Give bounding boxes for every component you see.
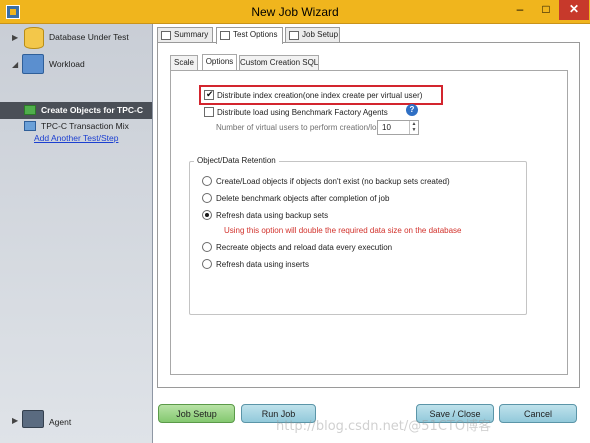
agent-expand-arrow-icon[interactable]: ▶ bbox=[12, 416, 18, 425]
maximize-button[interactable]: □ bbox=[533, 0, 559, 20]
expand-arrow-icon[interactable]: ▶ bbox=[12, 33, 18, 42]
subtab-scale[interactable]: Scale bbox=[170, 55, 198, 70]
test-options-panel: Scale Options Custom Creation SQL Distri… bbox=[157, 42, 580, 388]
distribute-load-checkbox[interactable] bbox=[204, 107, 214, 117]
spinner-buttons: ▲ ▼ bbox=[409, 121, 418, 134]
cancel-button[interactable]: Cancel bbox=[499, 404, 577, 423]
tab-summary[interactable]: Summary bbox=[157, 27, 213, 43]
sidebar-item-workload[interactable]: Workload bbox=[49, 59, 85, 69]
virtual-users-spinner[interactable]: 10 ▲ ▼ bbox=[377, 120, 419, 135]
add-another-test-link[interactable]: Add Another Test/Step bbox=[34, 133, 118, 143]
distribute-index-label: Distribute index creation(one index crea… bbox=[217, 91, 423, 100]
radio-delete-objects[interactable] bbox=[202, 193, 212, 203]
sidebar-item-database-under-test[interactable]: Database Under Test bbox=[49, 32, 129, 42]
test-options-icon bbox=[220, 31, 230, 40]
radio-recreate-objects-label: Recreate objects and reload data every e… bbox=[216, 243, 393, 252]
tab-job-setup[interactable]: Job Setup bbox=[285, 27, 340, 43]
subtab-custom-creation-sql[interactable]: Custom Creation SQL bbox=[239, 55, 319, 70]
help-icon[interactable]: ? bbox=[406, 104, 418, 116]
retention-title: Object/Data Retention bbox=[194, 156, 279, 165]
job-setup-button[interactable]: Job Setup bbox=[158, 404, 235, 423]
window-title: New Job Wizard bbox=[251, 5, 339, 19]
job-setup-icon bbox=[289, 31, 299, 40]
subtab-options[interactable]: Options bbox=[202, 54, 237, 70]
radio-refresh-inserts[interactable] bbox=[202, 259, 212, 269]
retention-groupbox: Object/Data Retention Create/Load object… bbox=[189, 156, 527, 315]
backup-warning-text: Using this option will double the requir… bbox=[224, 226, 462, 235]
radio-create-load-label: Create/Load objects if objects don't exi… bbox=[216, 177, 450, 186]
close-button[interactable]: ✕ bbox=[559, 0, 589, 20]
distribute-load-label: Distribute load using Benchmark Factory … bbox=[217, 108, 388, 117]
watermark: http://blog.csdn.net/@51CTO博客 bbox=[276, 419, 492, 434]
wizard-sidebar: ▶ Database Under Test ◢ Workload Create … bbox=[0, 24, 153, 443]
transaction-mix-icon bbox=[24, 121, 36, 131]
radio-refresh-backup-label: Refresh data using backup sets bbox=[216, 211, 329, 220]
radio-refresh-inserts-label: Refresh data using inserts bbox=[216, 260, 309, 269]
sidebar-item-agent[interactable]: Agent bbox=[49, 417, 71, 427]
radio-delete-objects-label: Delete benchmark objects after completio… bbox=[216, 194, 390, 203]
collapse-arrow-icon[interactable]: ◢ bbox=[12, 60, 18, 69]
virtual-users-value: 10 bbox=[382, 123, 391, 132]
spin-down-icon[interactable]: ▼ bbox=[410, 127, 418, 133]
radio-refresh-backup[interactable] bbox=[202, 210, 212, 220]
summary-icon bbox=[161, 31, 171, 40]
title-bar: New Job Wizard – □ ✕ bbox=[0, 0, 590, 24]
radio-create-load[interactable] bbox=[202, 176, 212, 186]
minimize-button[interactable]: – bbox=[507, 0, 533, 20]
sidebar-item-transaction-mix[interactable]: TPC-C Transaction Mix bbox=[41, 121, 129, 131]
tab-test-options[interactable]: Test Options bbox=[216, 27, 283, 44]
database-icon bbox=[22, 27, 44, 49]
options-panel: Distribute index creation(one index crea… bbox=[170, 70, 568, 375]
virtual-users-label: Number of virtual users to perform creat… bbox=[216, 123, 388, 132]
workload-icon bbox=[22, 54, 44, 74]
radio-recreate-objects[interactable] bbox=[202, 242, 212, 252]
sidebar-item-create-objects[interactable]: Create Objects for TPC-C bbox=[41, 105, 143, 115]
agent-icon bbox=[22, 410, 44, 428]
create-objects-icon bbox=[24, 105, 36, 115]
distribute-index-checkbox[interactable] bbox=[204, 89, 214, 100]
